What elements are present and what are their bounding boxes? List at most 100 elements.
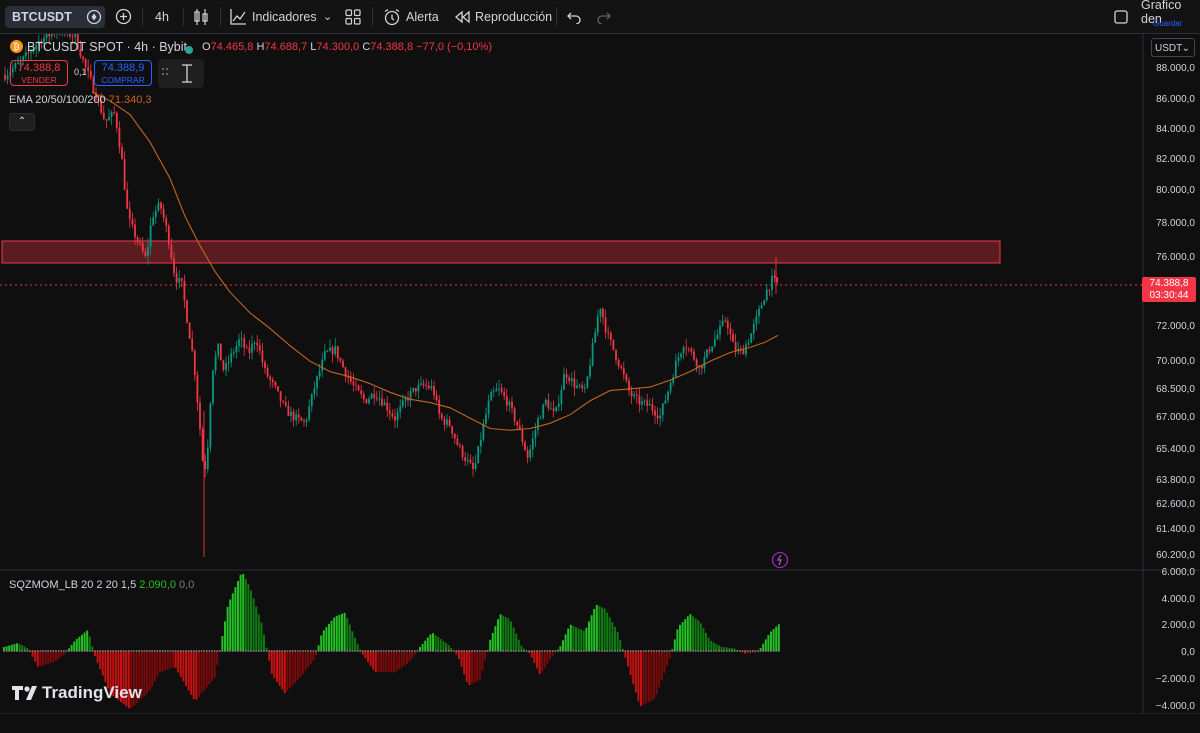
price-tick-label: 76.000,0 — [1156, 252, 1195, 263]
candle-body — [300, 417, 303, 421]
ema-legend[interactable]: EMA 20/50/100/200 71.340,3 — [9, 94, 152, 106]
candle-body — [451, 426, 454, 434]
squeeze-dot — [606, 650, 608, 652]
squeeze-dot — [198, 650, 200, 652]
interval-button[interactable]: 4h — [155, 0, 169, 33]
symbol-name[interactable]: BTCUSDT — [12, 0, 72, 33]
candle-body — [630, 390, 633, 397]
momentum-bar — [356, 643, 359, 651]
lightning-bolt — [776, 554, 782, 566]
svg-text:₿: ₿ — [13, 42, 20, 53]
squeeze-dot — [213, 650, 216, 652]
momentum-bar — [772, 629, 775, 651]
chart-canvas[interactable]: 88.000,0 86.000,0 84.000,0 82.000,0 80.000,0… — [0, 34, 1200, 714]
candle-body — [74, 34, 77, 38]
candle-body — [186, 300, 188, 323]
momentum-bar — [504, 616, 507, 651]
candle-body — [539, 417, 542, 419]
replay-button[interactable]: Reproducción — [475, 0, 552, 33]
candle-body — [726, 320, 729, 329]
sell-button[interactable]: 74.388,8 VENDER — [10, 60, 68, 86]
squeeze-dot — [473, 650, 476, 652]
momentum-bar — [190, 651, 193, 695]
save-checkbox-icon[interactable] — [1114, 0, 1128, 33]
currency-selector[interactable]: USDT ⌄ — [1151, 38, 1195, 57]
candle-body — [261, 350, 264, 363]
squeeze-dot — [81, 650, 83, 652]
squeeze-dot — [115, 650, 117, 652]
add-symbol-icon[interactable] — [115, 0, 132, 33]
squeeze-dot — [624, 650, 627, 652]
candle-body — [521, 429, 524, 443]
indicators-icon[interactable] — [230, 0, 247, 33]
momentum-bar — [57, 651, 60, 659]
squeeze-dot — [39, 650, 42, 652]
candle-body — [370, 393, 373, 399]
redo-icon[interactable] — [597, 0, 611, 33]
price-tick-label: 68.500,0 — [1156, 384, 1195, 395]
candle-body — [417, 384, 420, 392]
candle-body — [550, 408, 552, 410]
candle-body — [253, 342, 256, 344]
momentum-bar — [445, 642, 447, 651]
crosshair-icon[interactable] — [158, 59, 204, 88]
squeeze-dot — [390, 650, 393, 652]
indicators-button[interactable]: Indicadores — [252, 0, 317, 33]
candle-body — [232, 352, 235, 354]
momentum-bar — [762, 643, 765, 651]
undo-icon[interactable] — [567, 0, 581, 33]
ohlc-values: O74.465,8 H74.688,7 L74.300,0 C74.388,8 … — [202, 41, 492, 53]
candle-body — [526, 450, 529, 458]
alert-icon[interactable] — [383, 0, 401, 33]
symbol-title[interactable]: BTCUSDT SPOT · 4h · Bybit — [27, 40, 187, 54]
candle-body — [750, 333, 753, 344]
momentum-bar — [49, 651, 52, 663]
candle-body — [547, 399, 550, 409]
candle-body — [201, 429, 204, 461]
templates-icon[interactable] — [345, 0, 361, 33]
buy-button[interactable]: 74.388,9 COMPRAR — [94, 60, 152, 86]
squeeze-dot — [538, 650, 541, 652]
sqz-legend[interactable]: SQZMOM_LB 20 2 20 1,5 2.090,0 0,0 — [9, 579, 194, 591]
momentum-bar — [564, 634, 567, 651]
sqz-params: 20 2 20 1,5 — [81, 579, 137, 591]
momentum-bar — [681, 622, 684, 651]
squeeze-dot — [489, 650, 491, 652]
squeeze-dot — [463, 650, 465, 652]
candle-body — [378, 398, 381, 400]
candle-body — [136, 237, 139, 243]
squeeze-dot — [453, 650, 455, 652]
alert-button[interactable]: Alerta — [406, 0, 439, 33]
squeeze-dot — [572, 650, 575, 652]
tradingview-logo[interactable]: TradingView — [12, 683, 142, 703]
momentum-bar — [200, 651, 203, 694]
squeeze-dot — [242, 650, 244, 652]
price-scale-labels: 88.000,0 86.000,0 84.000,0 82.000,0 80.000,0… — [1156, 63, 1195, 561]
squeeze-dot — [70, 650, 73, 652]
candle-body — [513, 408, 516, 422]
chevron-down-icon[interactable]: ⌄ — [323, 0, 332, 33]
momentum-bar — [8, 645, 11, 651]
squeeze-dot — [567, 650, 569, 652]
momentum-bar — [234, 587, 237, 651]
candle-body — [656, 415, 659, 419]
replay-icon[interactable] — [454, 0, 470, 33]
momentum-bar — [10, 644, 13, 651]
momentum-bar — [16, 643, 18, 651]
squeeze-dot — [749, 650, 751, 652]
squeeze-dot — [8, 650, 10, 652]
squeeze-dot — [479, 650, 481, 652]
squeeze-dot — [273, 650, 276, 652]
candle-body — [604, 317, 607, 333]
momentum-bar — [515, 633, 518, 651]
brand-name: TradingView — [42, 683, 142, 702]
squeeze-dot — [668, 650, 671, 652]
candles-icon[interactable] — [193, 0, 209, 33]
symbol-search-icon[interactable] — [86, 0, 102, 33]
toolbar-divider — [220, 7, 221, 26]
momentum-bar — [616, 631, 619, 651]
candle-body — [573, 378, 576, 388]
candle-body — [687, 348, 690, 350]
collapse-icon[interactable]: ⌃ — [9, 113, 35, 131]
resistance-zone[interactable] — [1, 240, 1001, 264]
